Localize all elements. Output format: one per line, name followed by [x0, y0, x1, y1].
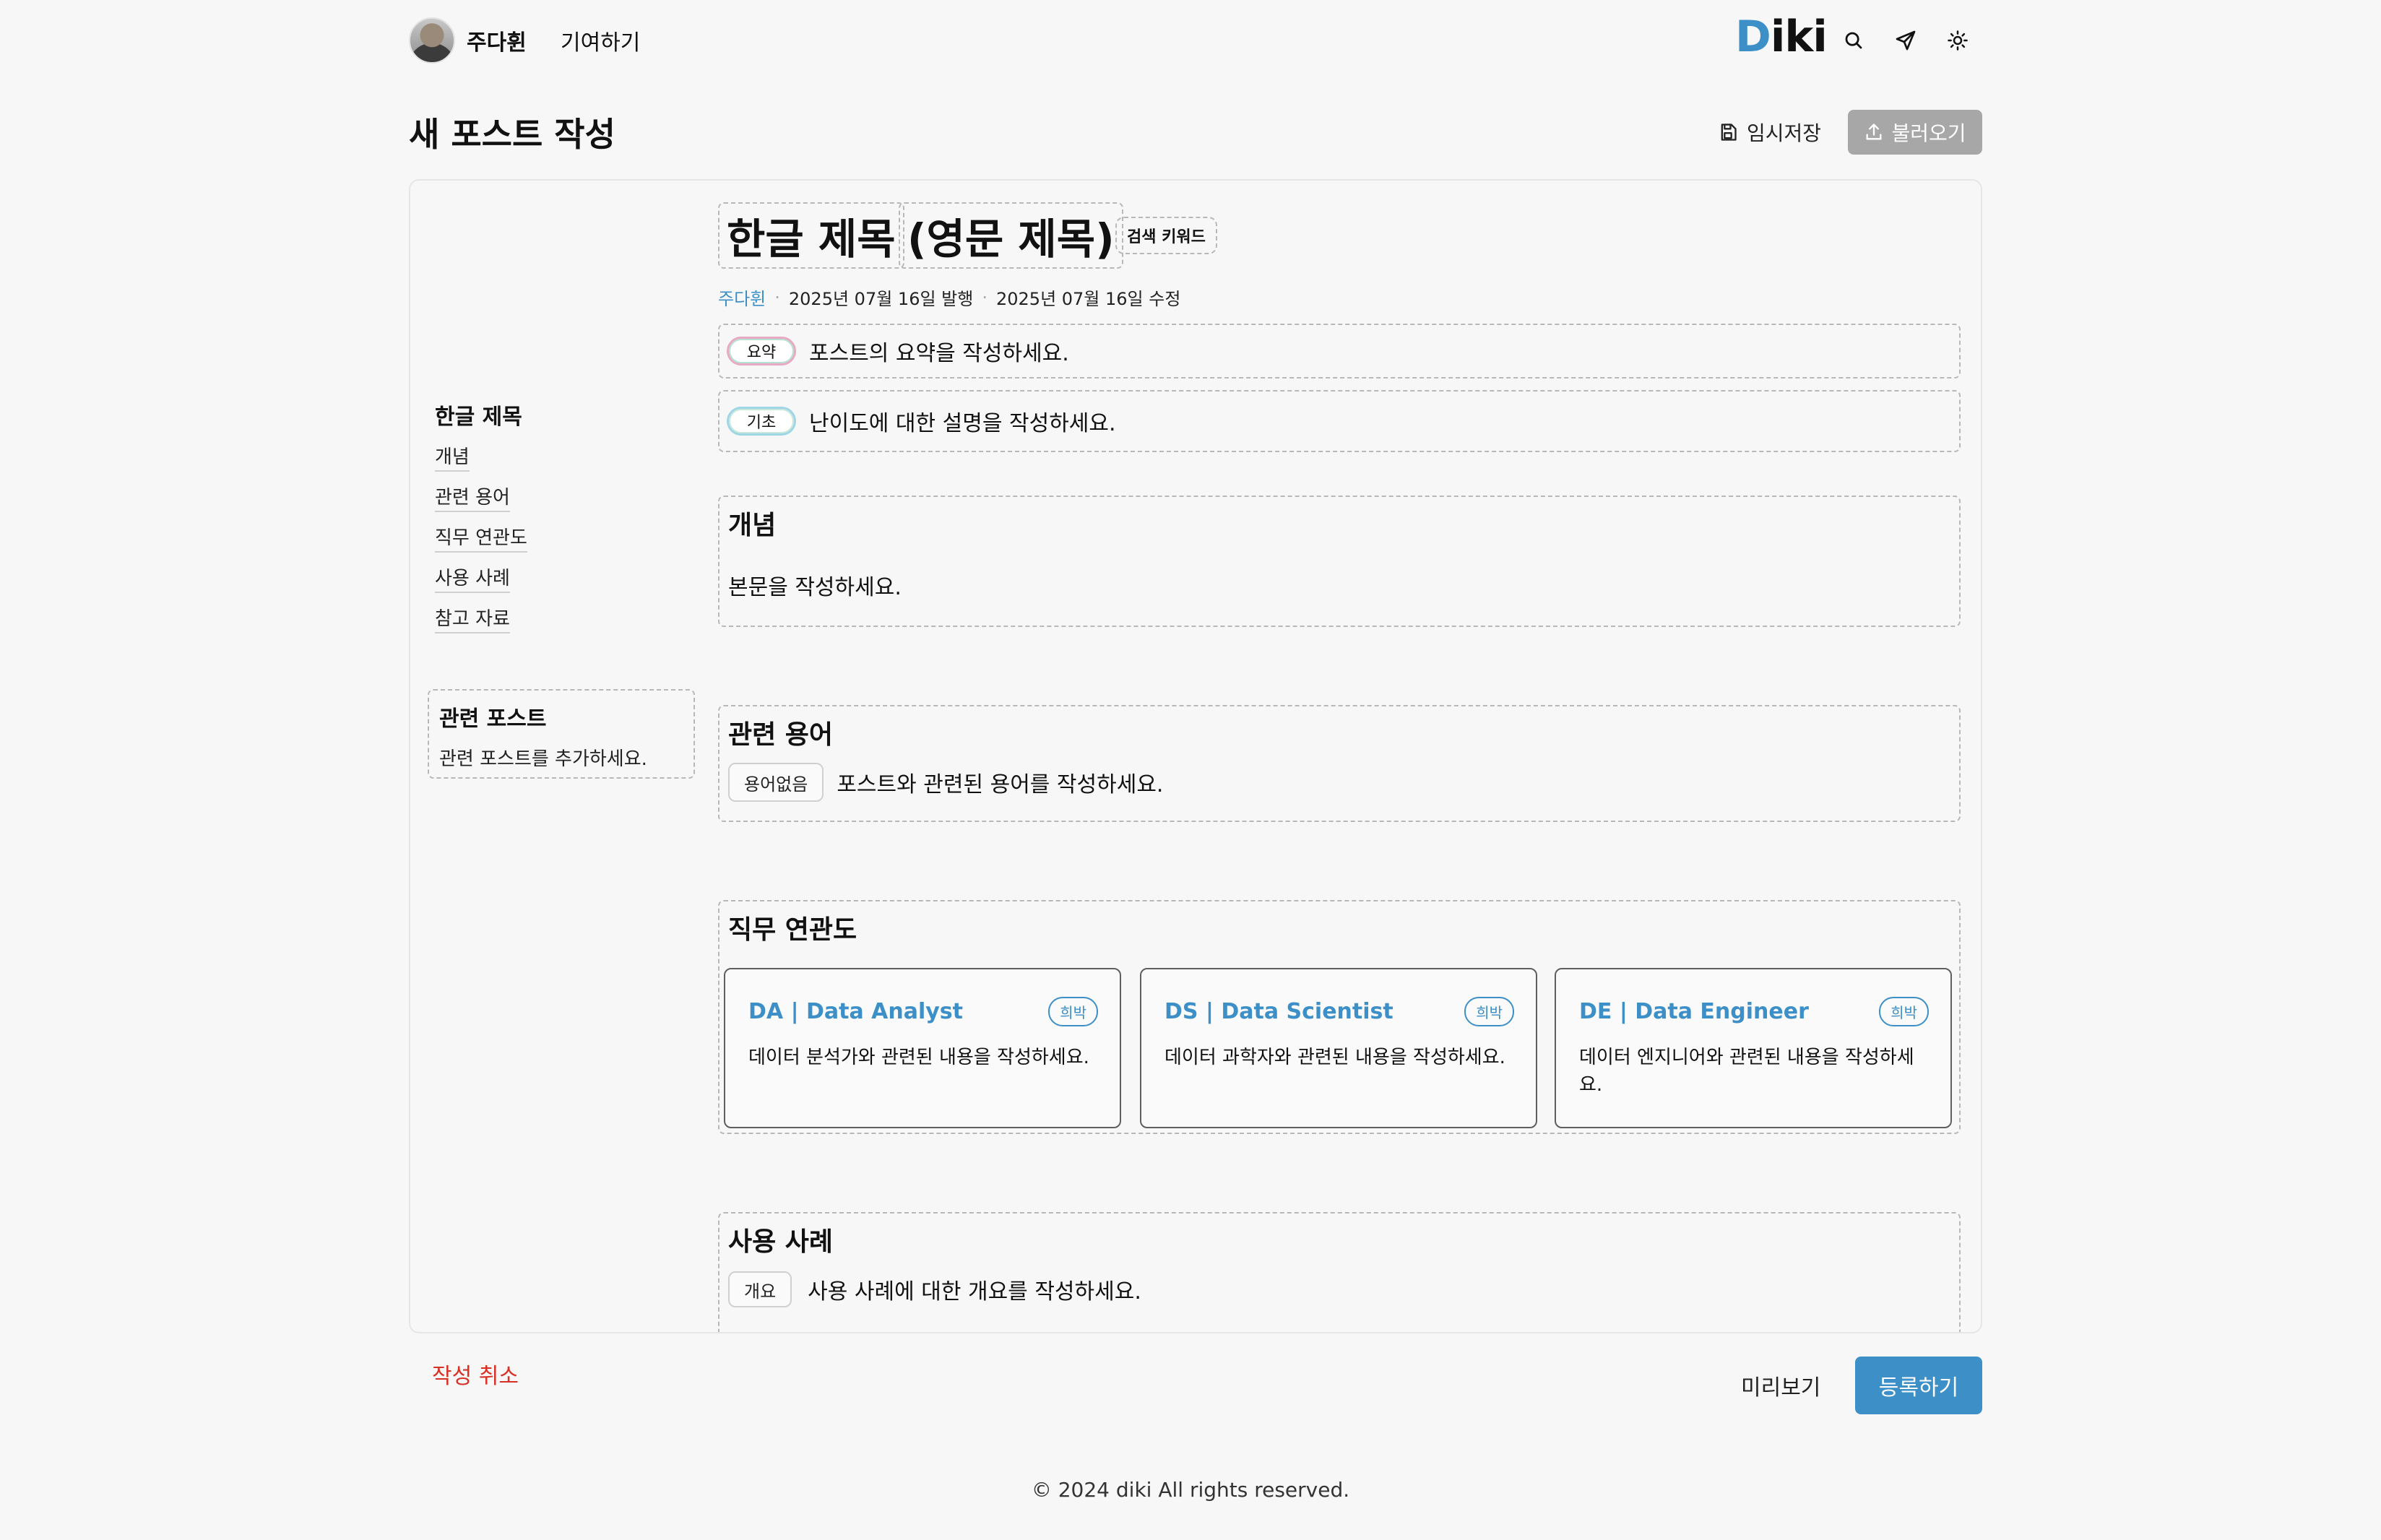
relevance-badge[interactable]: 희박: [1879, 997, 1929, 1026]
sun-icon[interactable]: [1943, 26, 1972, 55]
job-card-ds[interactable]: DS | Data Scientist 희박 데이터 과학자와 관련된 내용을 …: [1140, 968, 1537, 1128]
title-en-input[interactable]: (영문 제목): [899, 202, 1123, 269]
search-keyword-input[interactable]: 검색 키워드: [1115, 217, 1217, 254]
related-posts-placeholder: 관련 포스트를 추가하세요.: [439, 748, 647, 770]
toc-item-job-relevance[interactable]: 직무 연관도: [435, 523, 527, 553]
related-posts-box[interactable]: 관련 포스트 관련 포스트를 추가하세요.: [428, 689, 695, 779]
related-terms-title: 관련 용어: [728, 720, 834, 750]
load-button[interactable]: 불러오기: [1848, 110, 1982, 155]
job-card-da[interactable]: DA | Data Analyst 희박 데이터 분석가와 관련된 내용을 작성…: [724, 968, 1121, 1128]
avatar[interactable]: [409, 17, 455, 64]
cancel-button[interactable]: 작성 취소: [432, 1358, 519, 1390]
logo-text: iki: [1770, 12, 1828, 62]
save-icon: [1721, 124, 1737, 141]
job-card-desc: 데이터 엔지니어와 관련된 내용을 작성하세요.: [1579, 1047, 1914, 1096]
concept-body: 본문을 작성하세요.: [728, 575, 902, 600]
job-card-desc: 데이터 과학자와 관련된 내용을 작성하세요.: [1164, 1047, 1505, 1068]
author-link[interactable]: 주다휜: [718, 285, 766, 310]
related-terms-section[interactable]: 관련 용어 용어없음 포스트와 관련된 용어를 작성하세요.: [718, 705, 1961, 822]
toc-item-use-cases[interactable]: 사용 사례: [435, 563, 510, 593]
summary-placeholder: 포스트의 요약을 작성하세요.: [809, 341, 1069, 366]
job-card-de[interactable]: DE | Data Engineer 희박 데이터 엔지니어와 관련된 내용을 …: [1555, 968, 1952, 1128]
temp-save-label: 임시저장: [1747, 121, 1822, 145]
job-relevance-title: 직무 연관도: [728, 915, 857, 945]
term-tag[interactable]: 용어없음: [728, 763, 824, 802]
editor-card: 한글 제목 개념 관련 용어 직무 연관도 사용 사례 참고 자료 관련 포스트…: [409, 179, 1982, 1333]
related-posts-title: 관련 포스트: [439, 706, 547, 732]
contribute-link[interactable]: 기여하기: [561, 25, 640, 56]
relevance-badge[interactable]: 희박: [1048, 997, 1098, 1026]
toc-item-concept[interactable]: 개념: [435, 442, 470, 472]
job-card-title: DS | Data Scientist: [1164, 999, 1393, 1024]
meta-separator: ·: [774, 287, 780, 308]
temp-save-button[interactable]: 임시저장: [1718, 113, 1821, 152]
modified-date: 2025년 07월 16일 수정: [995, 289, 1181, 309]
summary-pill: 요약: [727, 337, 796, 365]
toc-item-related-terms[interactable]: 관련 용어: [435, 483, 510, 512]
use-cases-title: 사용 사례: [728, 1227, 834, 1257]
use-cases-placeholder: 사용 사례에 대한 개요를 작성하세요.: [808, 1279, 1141, 1305]
level-field[interactable]: 기초 난이도에 대한 설명을 작성하세요.: [718, 390, 1961, 452]
load-label: 불러오기: [1891, 121, 1966, 145]
relevance-badge[interactable]: 희박: [1464, 997, 1514, 1026]
concept-title: 개념: [728, 511, 777, 540]
summary-field[interactable]: 요약 포스트의 요약을 작성하세요.: [718, 324, 1961, 378]
send-icon[interactable]: [1891, 26, 1920, 55]
use-cases-section[interactable]: 사용 사례 개요 사용 사례에 대한 개요를 작성하세요.: [718, 1212, 1961, 1332]
page-title: 새 포스트 작성: [409, 115, 615, 154]
search-icon[interactable]: [1839, 26, 1868, 55]
job-card-title: DA | Data Analyst: [748, 999, 963, 1024]
level-placeholder: 난이도에 대한 설명을 작성하세요.: [809, 411, 1116, 436]
overview-tag[interactable]: 개요: [728, 1271, 792, 1307]
level-pill[interactable]: 기초: [727, 407, 796, 436]
footer-copyright: © 2024 diki All rights reserved.: [1031, 1478, 1350, 1502]
job-card-desc: 데이터 분석가와 관련된 내용을 작성하세요.: [748, 1047, 1089, 1068]
post-meta: 주다휜 · 2025년 07월 16일 발행 · 2025년 07월 16일 수…: [718, 285, 1180, 310]
submit-button[interactable]: 등록하기: [1855, 1357, 1982, 1414]
logo[interactable]: Diki: [1735, 12, 1828, 62]
user-name[interactable]: 주다휜: [467, 25, 527, 56]
related-terms-placeholder: 포스트와 관련된 용어를 작성하세요.: [837, 772, 1164, 797]
toc-item-references[interactable]: 참고 자료: [435, 604, 510, 633]
title-ko-input[interactable]: 한글 제목: [718, 202, 904, 269]
job-card-title: DE | Data Engineer: [1579, 999, 1809, 1024]
logo-accent: D: [1735, 12, 1771, 62]
upload-icon: [1866, 124, 1882, 140]
published-date: 2025년 07월 16일 발행: [788, 289, 974, 309]
toc-title: 한글 제목: [435, 405, 522, 430]
meta-separator: ·: [982, 287, 988, 308]
preview-button[interactable]: 미리보기: [1741, 1370, 1820, 1401]
concept-section[interactable]: 개념 본문을 작성하세요.: [718, 496, 1961, 627]
